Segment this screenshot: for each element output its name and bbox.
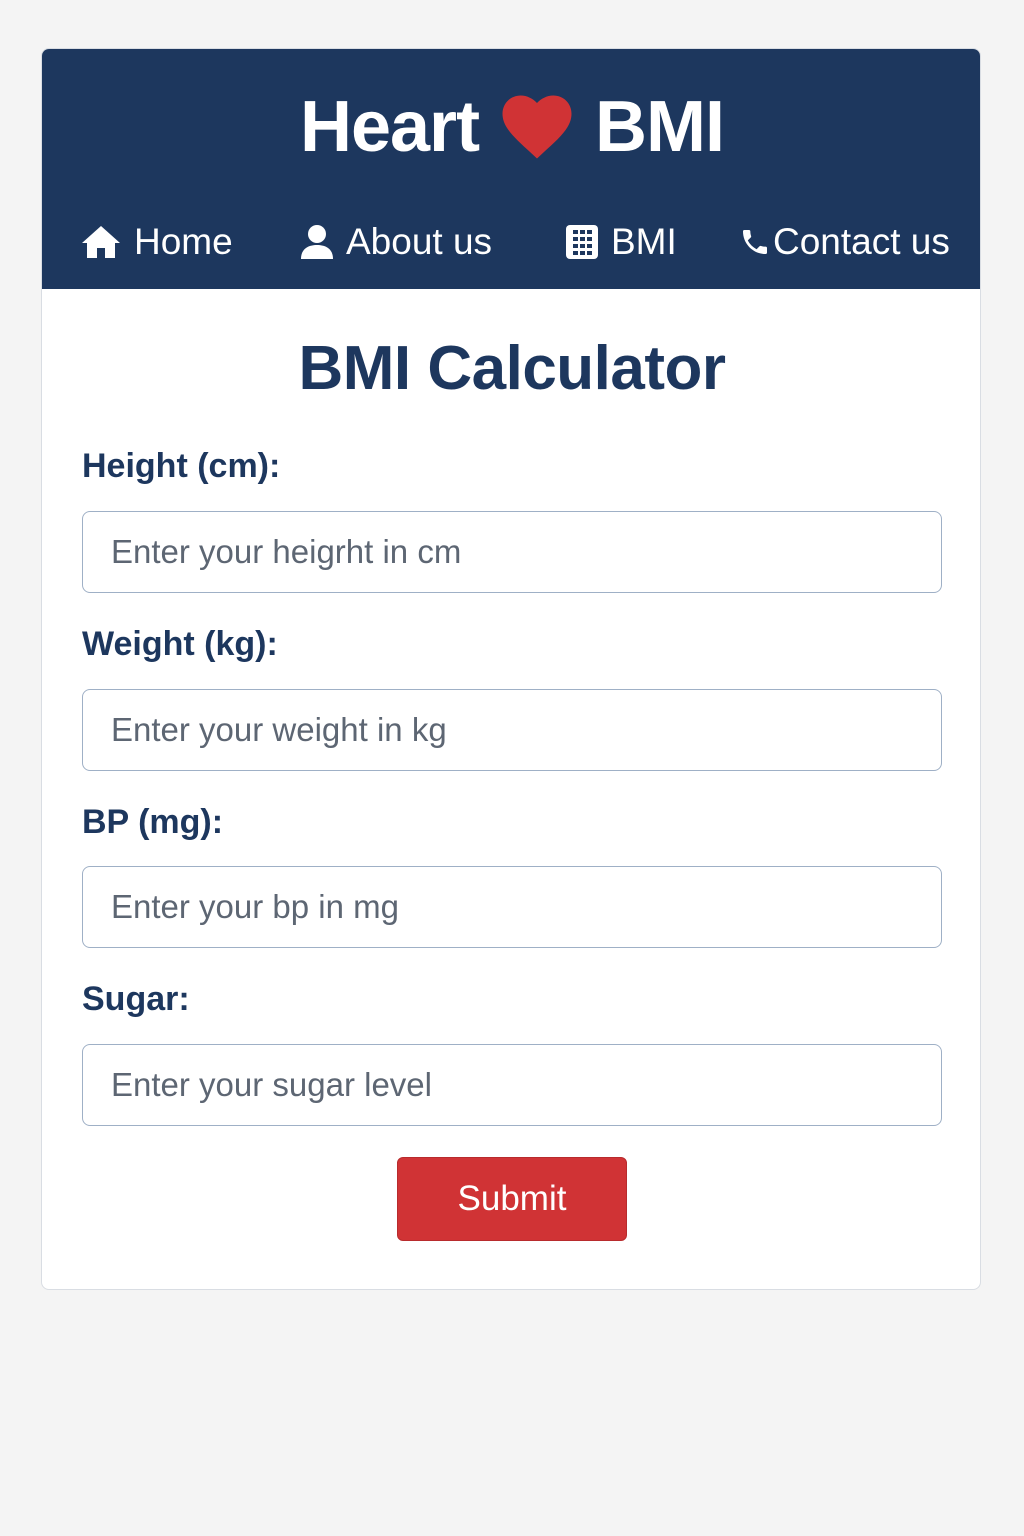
sugar-label: Sugar: (82, 980, 190, 1018)
bp-label: BP (mg): (82, 803, 224, 841)
height-input[interactable] (82, 511, 942, 593)
height-label: Height (cm): (82, 447, 281, 485)
home-icon (80, 224, 122, 260)
nav-item-bmi[interactable]: BMI (565, 217, 677, 267)
nav-item-home[interactable]: Home (80, 217, 233, 267)
nav-item-label: About us (346, 221, 493, 262)
heart-icon (501, 94, 573, 160)
user-icon (300, 224, 334, 260)
nav-item-label: BMI (611, 221, 677, 262)
brand-text-left: Heart (299, 87, 480, 167)
submit-button[interactable]: Submit (397, 1157, 627, 1241)
calculator-icon (565, 224, 599, 260)
sugar-input[interactable] (82, 1044, 942, 1126)
nav-item-contact-us[interactable]: Contact us (739, 217, 950, 267)
weight-input[interactable] (82, 689, 942, 771)
brand-logo: Heart BMI (42, 87, 980, 167)
phone-icon (739, 225, 771, 259)
weight-label: Weight (kg): (82, 625, 278, 663)
nav-item-label: Home (134, 221, 233, 262)
page-title: BMI Calculator (298, 334, 726, 403)
brand-text-right: BMI (595, 87, 725, 167)
nav-item-label: Contact us (773, 221, 950, 262)
site-header: Heart BMI Home About us BMI Contact us (42, 49, 980, 289)
bp-input[interactable] (82, 866, 942, 948)
nav-item-about-us[interactable]: About us (300, 217, 492, 267)
bmi-card: Heart BMI Home About us BMI Contact us B… (41, 48, 981, 1290)
main-nav: Home About us BMI Contact us (42, 217, 980, 267)
